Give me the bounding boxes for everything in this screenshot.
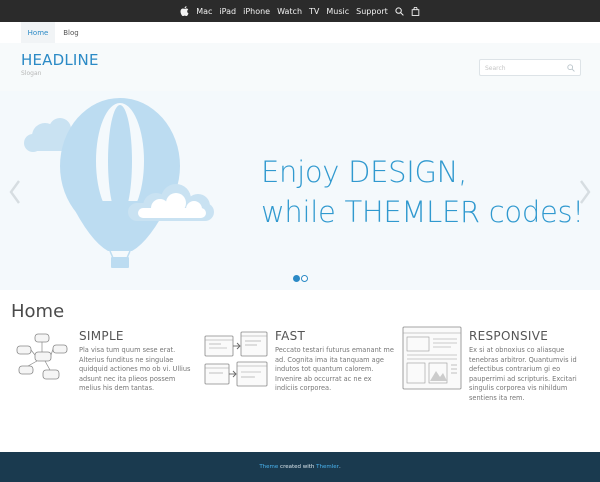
feature-simple-line: adsunt nec ita plieos possem [79,374,176,383]
feature-fast-line: ad. Cognita ima ita tanquam age [275,355,384,364]
site-slogan: Slogan [21,70,42,77]
site-headline[interactable]: HEADLINE [21,51,99,69]
feature-fast-line: indiciis corporea. [275,384,332,393]
feature-responsive-line: Ex si at obnoxius co aliasque [469,346,565,354]
page: Mac iPad iPhone Watch TV Music Support H… [0,0,600,482]
feature-responsive-line: defectibus contrarium gi eo [469,365,561,374]
hero-line-1: Enjoy DESIGN, [261,155,467,189]
feature-fast-line: Invenire ab occurrat ac ne ex [275,374,372,383]
apple-nav-iphone[interactable]: iPhone [243,7,270,16]
search-icon[interactable] [567,64,575,72]
footer-created-with-text: created with [280,464,315,470]
feature-simple-line: Pla visa tum quum sese erat. [79,346,176,354]
home-section-title: Home [11,301,65,322]
nav-blog-link[interactable]: Blog [57,22,85,43]
feature-simple-line: Alterius funditus ne singulae [79,355,174,364]
feature-responsive-title: RESPONSIVE [469,329,549,343]
search-icon[interactable] [395,6,404,16]
footer-themler-link[interactable]: Themler [316,464,339,470]
simple-network-icon [16,333,68,380]
apple-nav-mac[interactable]: Mac [196,7,212,16]
feature-fast-title: FAST [275,329,306,343]
search-box [479,59,581,76]
shopping-bag-icon[interactable] [411,6,420,16]
feature-simple-line: quidquid actiones mo ob vi. Ullius [79,365,191,374]
slider-dot-2[interactable] [301,275,308,282]
feature-simple-text: Pla visa tum quum sese erat. Alterius fu… [79,346,204,394]
responsive-layout-icon [402,326,462,390]
apple-global-nav: Mac iPad iPhone Watch TV Music Support [0,0,600,22]
site-nav: Home Blog [0,22,600,43]
hero-headline: Enjoy DESIGN, while THEMLER codes! [261,152,584,232]
apple-icon[interactable] [180,6,189,16]
feature-responsive-line: singulis corporea vis nihildum [469,384,568,393]
feature-simple-title: SIMPLE [79,329,124,343]
apple-nav-music[interactable]: Music [326,7,349,16]
hero-line-2: while THEMLER codes! [261,195,584,229]
fast-browser-windows-icon [204,331,268,387]
footer-theme-link[interactable]: Theme [259,464,278,470]
slider-prev-arrow-icon[interactable] [8,179,22,205]
apple-nav-tv[interactable]: TV [309,7,319,16]
feature-responsive-line: sentiens ita rem. [469,393,525,402]
apple-nav-watch[interactable]: Watch [277,7,302,16]
feature-fast-line: Peccato testari futurus emanant me [275,346,394,354]
nav-home-link[interactable]: Home [21,22,55,43]
slider-next-arrow-icon[interactable] [578,179,592,205]
search-input[interactable] [485,63,563,73]
slider-dot-1[interactable] [293,275,300,282]
feature-fast-line: indutos tot quantum calorem. [275,365,374,374]
feature-simple-line: melius his dem tantas. [79,384,155,393]
footer-period: . [338,464,341,470]
feature-responsive-line: pauperrimi ad scripturis. Excitari [469,374,577,383]
apple-nav-support[interactable]: Support [356,7,388,16]
footer: Theme created with Themler. [0,452,600,482]
feature-responsive-line: tenebras arbitror. Quantumvis id [469,355,577,364]
apple-nav-ipad[interactable]: iPad [219,7,236,16]
feature-fast-text: Peccato testari futurus emanant me ad. C… [275,346,405,394]
feature-responsive-text: Ex si at obnoxius co aliasque tenebras a… [469,346,597,404]
